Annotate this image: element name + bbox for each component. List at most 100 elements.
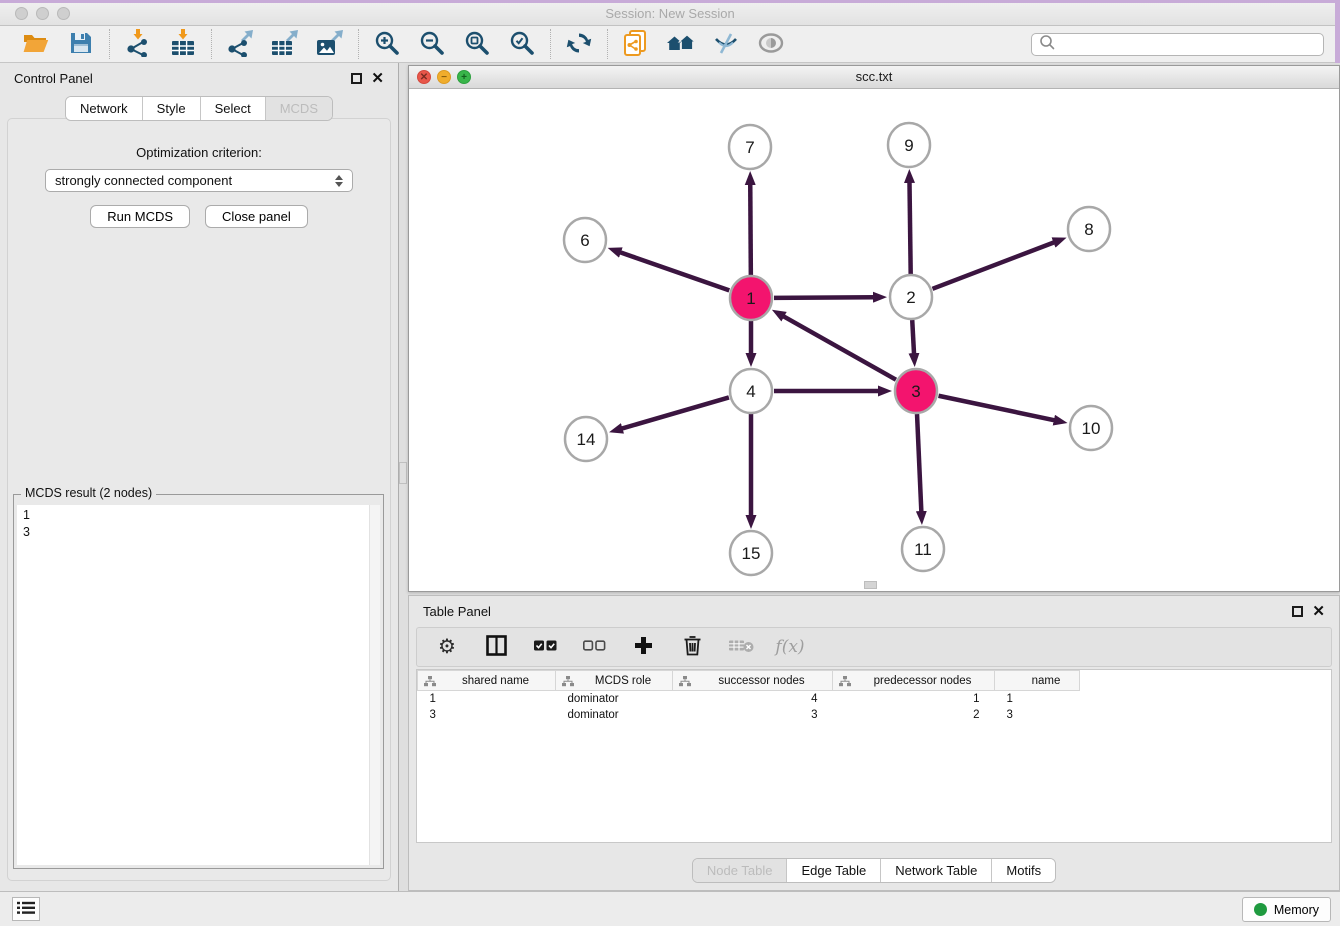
table-cell[interactable]: 1: [833, 691, 995, 707]
table-row[interactable]: 1dominator411: [418, 691, 1080, 707]
delete-row-button[interactable]: [677, 632, 707, 662]
export-table-icon: [271, 29, 299, 60]
graph-edge-3-10[interactable]: [939, 396, 1056, 421]
copy-network-button[interactable]: [621, 29, 651, 59]
tab-network[interactable]: Network: [66, 97, 143, 120]
zoom-window-button[interactable]: [57, 7, 70, 20]
column-header-name[interactable]: name: [995, 671, 1080, 691]
graph-node-10[interactable]: 10: [1070, 406, 1112, 450]
graph-node-15[interactable]: 15: [730, 531, 772, 575]
apply-function-button[interactable]: f(x): [775, 632, 805, 662]
graph-node-7[interactable]: 7: [729, 125, 771, 169]
graph-node-6[interactable]: 6: [564, 218, 606, 262]
panel-divider-handle[interactable]: [399, 462, 407, 484]
result-scrollbar[interactable]: [369, 505, 380, 865]
delete-column-button[interactable]: [726, 632, 756, 662]
deselect-all-button[interactable]: [579, 632, 609, 662]
graph-node-14[interactable]: 14: [565, 417, 607, 461]
table-cell[interactable]: 3: [418, 707, 556, 723]
export-network-button[interactable]: [225, 29, 255, 59]
graph-node-4[interactable]: 4: [730, 369, 772, 413]
zoom-selected-button[interactable]: [507, 29, 537, 59]
titlebar: Session: New Session: [0, 3, 1340, 26]
graph-node-8[interactable]: 8: [1068, 207, 1110, 251]
mcds-result-text[interactable]: 1 3: [17, 505, 368, 865]
graph-edge-1-2[interactable]: [774, 297, 875, 298]
tab-mcds[interactable]: MCDS: [266, 97, 332, 120]
maximize-view-button[interactable]: +: [457, 70, 471, 84]
run-mcds-button[interactable]: Run MCDS: [90, 205, 190, 228]
minimize-window-button[interactable]: [36, 7, 49, 20]
minimize-view-button[interactable]: −: [437, 70, 451, 84]
table-cell[interactable]: 3: [673, 707, 833, 723]
graph-edge-3-1[interactable]: [782, 316, 896, 380]
export-table-button[interactable]: [270, 29, 300, 59]
graph-node-3[interactable]: 3: [895, 369, 937, 413]
table-tab-network-table[interactable]: Network Table: [881, 859, 992, 882]
task-history-button[interactable]: [12, 897, 40, 921]
float-panel-icon[interactable]: [351, 73, 362, 84]
network-graph[interactable]: 7 9 6 8 1 2 4 3 14 10 15 11: [409, 89, 1339, 591]
table-cell[interactable]: dominator: [556, 707, 673, 723]
close-table-panel-icon[interactable]: ✕: [1312, 606, 1325, 617]
graph-node-9[interactable]: 9: [888, 123, 930, 167]
graph-edge-3-11[interactable]: [917, 414, 921, 513]
search-input[interactable]: [1060, 36, 1316, 52]
select-all-button[interactable]: [530, 632, 560, 662]
column-header-predecessor-nodes[interactable]: predecessor nodes: [833, 671, 995, 691]
column-header-shared-name[interactable]: shared name: [418, 671, 556, 691]
column-chooser-button[interactable]: [481, 632, 511, 662]
save-session-button[interactable]: [66, 29, 96, 59]
close-window-button[interactable]: [15, 7, 28, 20]
refresh-layout-button[interactable]: [564, 29, 594, 59]
table-cell[interactable]: 3: [995, 707, 1080, 723]
close-panel-button[interactable]: Close panel: [205, 205, 308, 228]
search-box[interactable]: [1031, 33, 1324, 56]
network-canvas[interactable]: 7 9 6 8 1 2 4 3 14 10 15 11: [409, 89, 1339, 591]
close-panel-icon[interactable]: ✕: [371, 73, 384, 84]
zoom-fit-button[interactable]: [462, 29, 492, 59]
zoom-in-button[interactable]: [372, 29, 402, 59]
show-panel-button[interactable]: [756, 29, 786, 59]
open-file-button[interactable]: [21, 29, 51, 59]
graph-node-1[interactable]: 1: [730, 276, 772, 320]
table-row[interactable]: 3dominator323: [418, 707, 1080, 723]
graph-edge-2-9[interactable]: [909, 181, 910, 274]
export-image-button[interactable]: [315, 29, 345, 59]
zoom-out-button[interactable]: [417, 29, 447, 59]
svg-text:15: 15: [742, 544, 761, 563]
optimization-label: Optimization criterion:: [8, 145, 390, 160]
graph-edge-1-6[interactable]: [619, 252, 729, 291]
column-header-mcds-role[interactable]: MCDS role: [556, 671, 673, 691]
graph-node-2[interactable]: 2: [890, 275, 932, 319]
graph-edge-1-7[interactable]: [750, 183, 751, 275]
table-cell[interactable]: dominator: [556, 691, 673, 707]
criterion-dropdown[interactable]: strongly connected component: [45, 169, 353, 192]
graph-edge-2-8[interactable]: [932, 242, 1055, 289]
table-settings-button[interactable]: ⚙: [432, 632, 462, 662]
hide-panel-button[interactable]: [711, 29, 741, 59]
canvas-scroll-handle[interactable]: [864, 581, 877, 589]
graph-edge-2-3[interactable]: [912, 320, 914, 355]
add-row-button[interactable]: [628, 632, 658, 662]
table-cell[interactable]: 1: [995, 691, 1080, 707]
close-view-button[interactable]: ✕: [417, 70, 431, 84]
svg-text:10: 10: [1082, 419, 1101, 438]
table-tab-node-table[interactable]: Node Table: [693, 859, 788, 882]
table-cell[interactable]: 4: [673, 691, 833, 707]
graph-node-11[interactable]: 11: [902, 527, 944, 571]
table-cell[interactable]: 1: [418, 691, 556, 707]
graph-edge-4-14[interactable]: [621, 397, 729, 429]
table-cell[interactable]: 2: [833, 707, 995, 723]
tab-select[interactable]: Select: [201, 97, 266, 120]
home-button[interactable]: [666, 29, 696, 59]
node-table[interactable]: shared nameMCDS rolesuccessor nodesprede…: [417, 670, 1080, 723]
import-table-button[interactable]: [168, 29, 198, 59]
column-header-successor-nodes[interactable]: successor nodes: [673, 671, 833, 691]
float-table-panel-icon[interactable]: [1292, 606, 1303, 617]
import-network-button[interactable]: [123, 29, 153, 59]
tab-style[interactable]: Style: [143, 97, 201, 120]
table-tab-motifs[interactable]: Motifs: [992, 859, 1055, 882]
memory-button[interactable]: Memory: [1242, 897, 1331, 922]
table-tab-edge-table[interactable]: Edge Table: [787, 859, 881, 882]
